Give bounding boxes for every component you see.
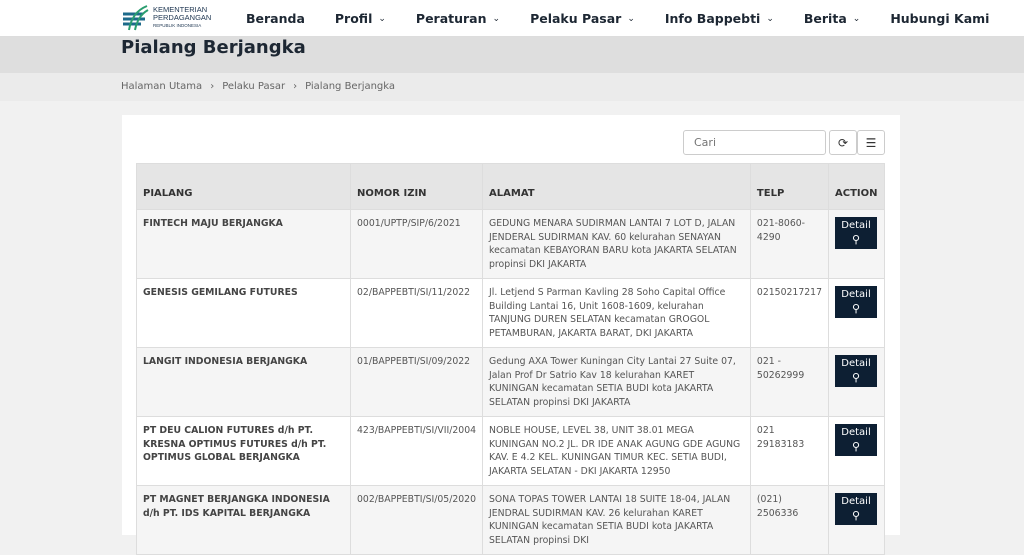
detail-label: Detail xyxy=(841,496,871,507)
nav-item-label: Berita xyxy=(803,11,847,26)
main-menu: Beranda Profil ⌄ Peraturan ⌄ Pelaku Pasar ⌄ Inf… xyxy=(246,0,1019,37)
cell-nomor-izin: 01/BAPPEBTI/SI/09/2022 xyxy=(349,347,484,417)
nav-item-label: Pelaku Pasar xyxy=(530,11,622,26)
detail-label: Detail xyxy=(841,358,871,369)
detail-label: Detail xyxy=(841,220,871,231)
search-icon: ⚲ xyxy=(851,508,861,522)
cell-nomor-izin: 02/BAPPEBTI/SI/11/2022 xyxy=(349,278,484,348)
nav-item[interactable]: Peraturan ⌄ xyxy=(416,11,500,26)
cell-alamat: GEDUNG MENARA SUDIRMAN LANTAI 7 LOT D, J… xyxy=(482,209,751,279)
table-row: FINTECH MAJU BERJANGKA 0001/UPTP/SIP/6/2… xyxy=(136,209,885,279)
chevron-down-icon: ⌄ xyxy=(492,13,501,24)
cell-telp: (021) 2506336 xyxy=(749,485,830,555)
top-navbar: KEMENTERIAN PERDAGANGAN REPUBLIK INDONESIA… xyxy=(0,0,1024,37)
nav-item[interactable]: Hubungi Kami xyxy=(890,11,989,26)
cell-action: Detail ⚲ xyxy=(828,416,885,486)
header-pialang[interactable]: PIALANG xyxy=(136,163,351,210)
nav-item[interactable]: Info Bappebti ⌄ xyxy=(665,11,774,26)
page-title: Pialang Berjangka xyxy=(121,37,306,58)
cell-pialang: PT DEU CALION FUTURES d/h PT. KRESNA OPT… xyxy=(136,416,351,486)
title-band: Pialang Berjangka xyxy=(0,37,1024,73)
detail-button[interactable]: Detail ⚲ xyxy=(835,286,877,318)
detail-label: Detail xyxy=(841,289,871,300)
search-icon: ⚲ xyxy=(851,232,861,246)
nav-item-label: Hubungi Kami xyxy=(890,11,990,26)
detail-button[interactable]: Detail ⚲ xyxy=(835,424,877,456)
nav-item[interactable]: Pelaku Pasar ⌄ xyxy=(530,11,635,26)
nav-item-label: Profil xyxy=(334,11,373,26)
detail-button[interactable]: Detail ⚲ xyxy=(835,217,877,249)
search-icon: ⚲ xyxy=(851,370,861,384)
chevron-right-icon: › xyxy=(210,81,215,92)
header-telp[interactable]: TELP xyxy=(749,163,830,210)
nav-item-label: Beranda xyxy=(246,11,305,26)
cell-alamat: SONA TOPAS TOWER LANTAI 18 SUITE 18-04, … xyxy=(482,485,751,555)
detail-button[interactable]: Detail ⚲ xyxy=(835,355,877,387)
cell-pialang: GENESIS GEMILANG FUTURES xyxy=(136,278,351,348)
cell-action: Detail ⚲ xyxy=(828,347,885,417)
cell-pialang: LANGIT INDONESIA BERJANGKA xyxy=(136,347,351,417)
header-alamat[interactable]: ALAMAT xyxy=(482,163,751,210)
header-action: ACTION xyxy=(828,163,885,210)
cell-pialang: PT MAGNET BERJANGKA INDONESIA d/h PT. ID… xyxy=(136,485,351,555)
cell-telp: 021 - 50262999 xyxy=(749,347,830,417)
logo-line2: PERDAGANGAN xyxy=(153,13,212,22)
refresh-button[interactable]: ⟳ xyxy=(829,130,857,155)
detail-label: Detail xyxy=(841,427,871,438)
detail-button[interactable]: Detail ⚲ xyxy=(835,493,877,525)
breadcrumb-home[interactable]: Halaman Utama xyxy=(121,81,202,92)
cell-nomor-izin: 0001/UPTP/SIP/6/2021 xyxy=(349,209,484,279)
search-icon: ⚲ xyxy=(851,301,861,315)
cell-action: Detail ⚲ xyxy=(828,209,885,279)
cell-telp: 021-8060-4290 xyxy=(749,209,830,279)
list-icon: ☰ xyxy=(865,135,877,150)
header-nomor-izin[interactable]: NOMOR IZIN xyxy=(349,163,484,210)
search-input[interactable] xyxy=(683,130,826,155)
chevron-down-icon: ⌄ xyxy=(627,13,635,24)
search-icon: ⚲ xyxy=(851,439,861,453)
columns-toggle-button[interactable]: ☰ xyxy=(857,130,885,155)
logo-icon xyxy=(123,5,149,31)
cell-telp: 02150217217 xyxy=(749,278,830,348)
pialang-table: PIALANG NOMOR IZIN ALAMAT TELP ACTION FI… xyxy=(136,163,885,555)
nav-item[interactable]: Beranda xyxy=(246,11,305,26)
cell-telp: 021 29183183 xyxy=(749,416,830,486)
chevron-down-icon: ⌄ xyxy=(766,13,774,24)
nav-item[interactable]: Berita ⌄ xyxy=(804,11,860,26)
nav-item-label: Peraturan xyxy=(415,11,487,26)
table-row: LANGIT INDONESIA BERJANGKA 01/BAPPEBTI/S… xyxy=(136,347,885,417)
breadcrumb-band: Halaman Utama › Pelaku Pasar › Pialang Ber… xyxy=(0,73,1024,101)
cell-pialang: FINTECH MAJU BERJANGKA xyxy=(136,209,351,279)
table-row: PT MAGNET BERJANGKA INDONESIA d/h PT. ID… xyxy=(136,485,885,555)
chevron-down-icon: ⌄ xyxy=(378,13,386,24)
logo-line3: REPUBLIK INDONESIA xyxy=(153,23,202,28)
nav-item-label: Info Bappebti xyxy=(664,11,761,26)
table-row: GENESIS GEMILANG FUTURES 02/BAPPEBTI/SI/… xyxy=(136,278,885,348)
cell-alamat: Jl. Letjend S Parman Kavling 28 Soho Cap… xyxy=(482,278,751,348)
cell-action: Detail ⚲ xyxy=(828,278,885,348)
chevron-down-icon: ⌄ xyxy=(852,13,861,24)
breadcrumb: Halaman Utama › Pelaku Pasar › Pialang Ber… xyxy=(121,81,395,92)
table-row: PT DEU CALION FUTURES d/h PT. KRESNA OPT… xyxy=(136,416,885,486)
cell-nomor-izin: 423/BAPPEBTI/SI/VII/2004 xyxy=(349,416,484,486)
logo[interactable]: KEMENTERIAN PERDAGANGAN REPUBLIK INDONESIA xyxy=(121,4,211,32)
breadcrumb-current: Pialang Berjangka xyxy=(305,81,396,92)
chevron-right-icon: › xyxy=(293,81,298,92)
cell-alamat: Gedung AXA Tower Kuningan City Lantai 27… xyxy=(482,347,751,417)
cell-nomor-izin: 002/BAPPEBTI/SI/05/2020 xyxy=(349,485,484,555)
cell-alamat: NOBLE HOUSE, LEVEL 38, UNIT 38.01 MEGA K… xyxy=(482,416,751,486)
refresh-icon: ⟳ xyxy=(837,135,849,150)
breadcrumb-pelaku-pasar[interactable]: Pelaku Pasar xyxy=(222,81,285,92)
nav-item[interactable]: Profil ⌄ xyxy=(335,11,386,26)
cell-action: Detail ⚲ xyxy=(828,485,885,555)
